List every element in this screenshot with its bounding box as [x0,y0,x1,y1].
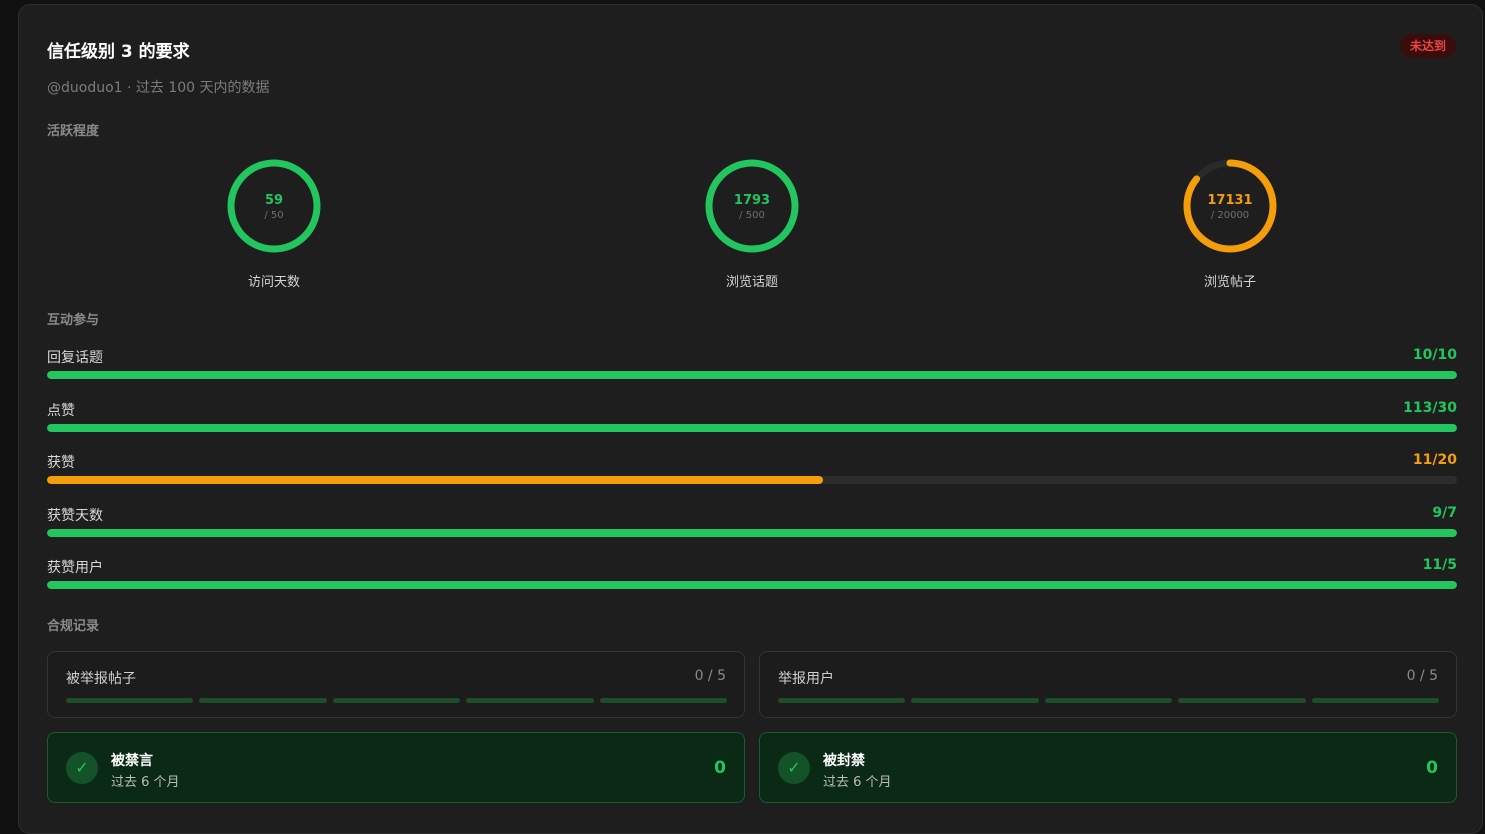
record-reported-users: 举报用户 0 / 5 [759,651,1457,718]
section-engagement-label: 互动参与 [47,313,100,328]
check-icon: ✓ [66,752,98,784]
sanction-title: 被封禁 [823,753,865,769]
status-badge: 未达到 [1399,34,1456,58]
gauge-label: 浏览帖子 [1203,275,1256,290]
progress-fill [47,581,1457,589]
gauge-visit-days: 59 / 50 访问天数 [224,156,324,290]
segment [66,698,194,703]
trust-level-card: 信任级别 3 的要求 未达到 @duoduo1 · 过去 100 天内的数据 活… [18,4,1483,834]
progress-value: 113/30 [1403,400,1457,416]
gauge-ring: 1793 / 500 [705,159,799,253]
check-icon: ✓ [778,752,810,784]
progress-track [47,424,1457,432]
record-value: 0 / 5 [1406,668,1438,684]
gauge-label: 浏览话题 [725,275,778,290]
gauge-browse-posts: 17131 / 20000 浏览帖子 [1180,156,1280,290]
sanction-value: 0 [714,758,726,778]
progress-track [47,581,1457,589]
progress-value: 9/7 [1432,505,1457,521]
progress-fill [47,371,1457,379]
section-compliance-label: 合规记录 [47,619,100,634]
record-segments [66,698,728,703]
gauge-value: 17131 [1207,193,1252,208]
section-activity-label: 活跃程度 [47,124,100,139]
record-label: 举报用户 [778,671,834,687]
sanction-value: 0 [1426,758,1438,778]
progress-label: 获赞天数 [47,508,103,524]
record-segments [778,698,1440,703]
progress-value: 10/10 [1412,347,1457,363]
page-title: 信任级别 3 的要求 [47,42,190,62]
sanction-silenced: ✓ 被禁言 过去 6 个月 0 [47,732,745,803]
progress-label: 回复话题 [47,350,103,366]
progress-label: 获赞 [47,455,75,471]
progress-fill [47,476,823,484]
progress-value: 11/20 [1412,452,1457,468]
segment [1044,698,1173,703]
progress-track [47,476,1457,484]
record-label: 被举报帖子 [66,671,136,687]
sanction-subtitle: 过去 6 个月 [823,775,892,790]
segment [332,698,461,703]
gauge-ring: 59 / 50 [227,159,321,253]
segment [466,698,594,703]
sanction-title: 被禁言 [111,753,153,769]
progress-label: 点赞 [47,403,75,419]
progress-fill [47,529,1457,537]
progress-label: 获赞用户 [47,560,103,576]
gauge-value: 1793 [734,193,770,208]
segment [599,698,728,703]
gauge-ring: 17131 / 20000 [1183,159,1277,253]
segment [911,698,1039,703]
progress-fill [47,424,1457,432]
page-subtitle: @duoduo1 · 过去 100 天内的数据 [47,80,270,96]
gauge-target: / 20000 [1211,210,1249,221]
gauge-browse-topics: 1793 / 500 浏览话题 [702,156,802,290]
gauge-label: 访问天数 [247,275,300,290]
segment [778,698,906,703]
gauge-target: / 50 [264,210,283,221]
record-reported-posts: 被举报帖子 0 / 5 [47,651,745,718]
progress-track [47,529,1457,537]
sanction-suspended: ✓ 被封禁 过去 6 个月 0 [759,732,1457,803]
segment [1311,698,1440,703]
segment [1178,698,1306,703]
gauge-value: 59 [265,193,283,208]
segment [199,698,327,703]
record-value: 0 / 5 [694,668,726,684]
gauge-target: / 500 [739,210,765,221]
progress-value: 11/5 [1422,557,1457,573]
sanction-subtitle: 过去 6 个月 [111,775,180,790]
progress-track [47,371,1457,379]
